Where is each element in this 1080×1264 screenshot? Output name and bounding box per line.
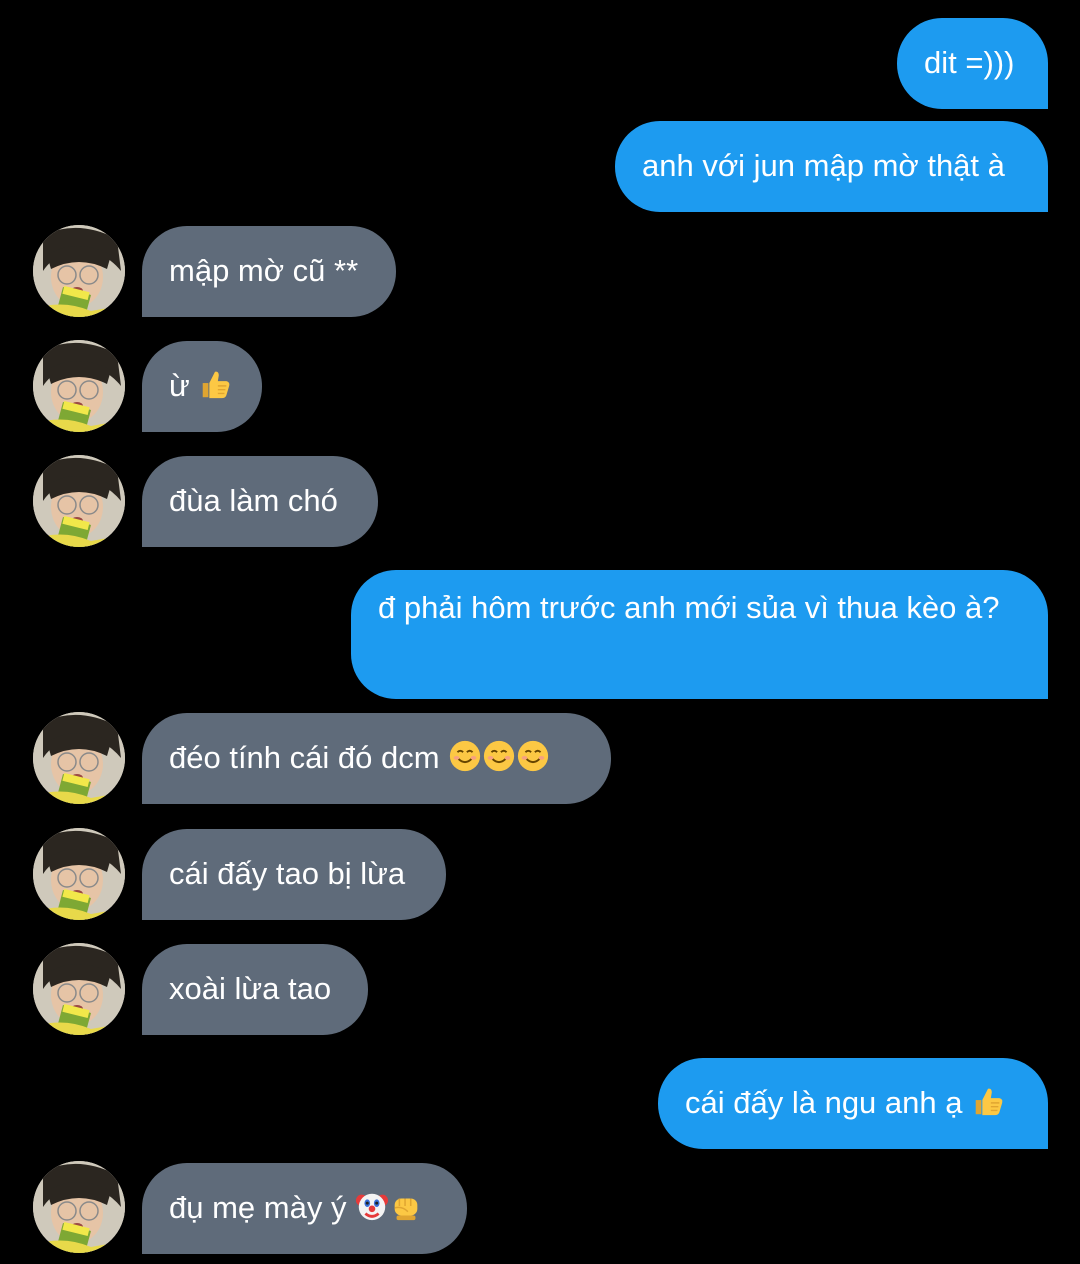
message-bubble-received[interactable]: cái đấy tao bị lừa xyxy=(142,829,446,920)
thumbs-up-icon xyxy=(198,367,232,401)
message-text: ừ xyxy=(169,368,190,403)
clown-face-icon xyxy=(355,1189,389,1223)
message-text: xoài lừa tao xyxy=(169,971,332,1006)
message-text: mập mờ cũ ** xyxy=(169,253,359,288)
message-text: đ phải hôm trước anh mới sủa vì thua kèo… xyxy=(378,590,1000,625)
message-bubble-received[interactable]: xoài lừa tao xyxy=(142,944,368,1035)
message-text: cái đấy là ngu anh ạ xyxy=(685,1085,963,1120)
message-text: đéo tính cái đó dcm xyxy=(169,740,440,775)
message-bubble-sent[interactable]: cái đấy là ngu anh ạ xyxy=(658,1058,1048,1149)
thumbs-up-icon xyxy=(971,1084,1005,1118)
oncoming-fist-icon xyxy=(389,1189,423,1223)
contact-avatar[interactable] xyxy=(33,340,125,432)
smiling-face-icon xyxy=(516,739,550,773)
message-text: đụ mẹ mày ý xyxy=(169,1190,347,1225)
message-bubble-sent[interactable]: đ phải hôm trước anh mới sủa vì thua kèo… xyxy=(351,570,1048,699)
message-bubble-received[interactable]: đùa làm chó xyxy=(142,456,378,547)
contact-avatar[interactable] xyxy=(33,455,125,547)
contact-avatar[interactable] xyxy=(33,1161,125,1253)
contact-avatar[interactable] xyxy=(33,943,125,1035)
message-bubble-sent[interactable]: dit =))) xyxy=(897,18,1048,109)
smiling-face-icon xyxy=(448,739,482,773)
message-bubble-received[interactable]: đéo tính cái đó dcm xyxy=(142,713,611,804)
message-text: cái đấy tao bị lừa xyxy=(169,856,406,891)
message-text: đùa làm chó xyxy=(169,483,338,518)
contact-avatar[interactable] xyxy=(33,712,125,804)
message-text: anh với jun mập mờ thật à xyxy=(642,148,1005,183)
contact-avatar[interactable] xyxy=(33,828,125,920)
smiling-face-icon xyxy=(482,739,516,773)
message-bubble-received[interactable]: đụ mẹ mày ý xyxy=(142,1163,467,1254)
message-text: dit =))) xyxy=(924,45,1015,80)
message-bubble-received[interactable]: ừ xyxy=(142,341,262,432)
message-bubble-received[interactable]: mập mờ cũ ** xyxy=(142,226,396,317)
contact-avatar[interactable] xyxy=(33,225,125,317)
message-bubble-sent[interactable]: anh với jun mập mờ thật à xyxy=(615,121,1048,212)
